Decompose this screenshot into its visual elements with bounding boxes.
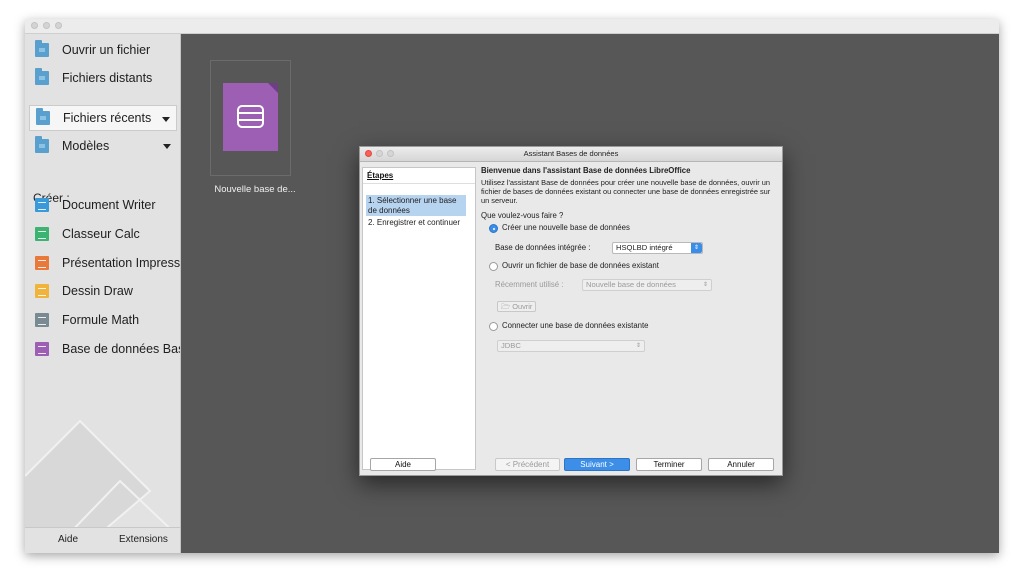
impress-icon <box>35 256 49 270</box>
writer-label: Document Writer <box>62 198 156 212</box>
draw-icon <box>35 284 49 298</box>
dialog-zoom-button[interactable] <box>387 150 394 157</box>
recently-used-label: Récemment utilisé : <box>495 280 564 289</box>
steps-panel: Étapes 1. Sélectionner une base de donné… <box>362 167 476 470</box>
calc-icon <box>35 227 49 241</box>
templates-dropdown-icon[interactable] <box>163 144 171 149</box>
next-button[interactable]: Suivant > <box>564 458 630 471</box>
impress-label: Présentation Impress <box>62 256 181 270</box>
recently-used-value: Nouvelle base de données <box>586 280 676 289</box>
wizard-heading: Bienvenue dans l'assistant Base de donné… <box>481 166 691 175</box>
recent-document-thumbnail[interactable] <box>210 60 291 176</box>
wizard-question: Que voulez-vous faire ? <box>481 211 564 220</box>
start-center-sidebar: Ouvrir un fichier Fichiers distants Fich… <box>25 34 181 553</box>
open-database-label[interactable]: Ouvrir un fichier de base de données exi… <box>502 261 659 270</box>
create-math-button[interactable]: Formule Math <box>29 307 177 333</box>
recent-files-button[interactable]: Fichiers récents <box>29 105 177 131</box>
minimize-window-button[interactable] <box>43 22 50 29</box>
database-wizard-dialog: Assistant Bases de données Étapes 1. Sél… <box>359 146 783 476</box>
steps-heading: Étapes <box>367 171 394 180</box>
math-label: Formule Math <box>62 313 140 327</box>
dialog-close-button[interactable] <box>365 150 372 157</box>
database-icon <box>237 105 264 128</box>
previous-button[interactable]: < Précédent <box>495 458 560 471</box>
steps-divider <box>363 183 475 184</box>
zoom-window-button[interactable] <box>55 22 62 29</box>
connection-type-select[interactable]: JDBC ⇕ <box>497 340 645 352</box>
decorative-background-shape <box>25 419 180 538</box>
base-document-icon <box>223 83 278 151</box>
select-arrows-icon: ⇕ <box>635 343 642 349</box>
create-database-label[interactable]: Créer une nouvelle base de données <box>502 223 630 232</box>
connect-database-label[interactable]: Connecter une base de données existante <box>502 321 649 330</box>
wizard-intro: Utilisez l'assistant Base de données pou… <box>481 178 771 205</box>
recent-dropdown-icon[interactable] <box>162 117 170 122</box>
select-arrows-icon: ⇕ <box>702 282 709 288</box>
calc-label: Classeur Calc <box>62 227 140 241</box>
recent-folder-icon <box>36 108 50 125</box>
step-save-continue[interactable]: 2. Enregistrer et continuer <box>366 217 476 229</box>
templates-button[interactable]: Modèles <box>29 133 177 159</box>
extensions-link[interactable]: Extensions <box>119 534 168 545</box>
open-file-button[interactable]: Ouvrir un fichier <box>29 37 177 63</box>
embedded-database-label: Base de données intégrée : <box>495 243 591 252</box>
remote-folder-icon <box>35 68 49 85</box>
step-select-database[interactable]: 1. Sélectionner une base de données <box>366 195 466 216</box>
create-writer-button[interactable]: Document Writer <box>29 192 177 218</box>
folder-icon: 🗁 <box>501 302 511 311</box>
writer-icon <box>35 198 49 212</box>
math-icon <box>35 313 49 327</box>
recent-files-label: Fichiers récents <box>63 111 152 125</box>
help-link[interactable]: Aide <box>58 534 78 545</box>
base-label: Base de données Base <box>62 342 181 356</box>
embedded-database-value: HSQLBD intégré <box>616 243 673 252</box>
cancel-button[interactable]: Annuler <box>708 458 774 471</box>
create-base-button[interactable]: Base de données Base <box>29 336 180 362</box>
templates-folder-icon <box>35 136 49 153</box>
templates-label: Modèles <box>62 139 110 153</box>
recently-used-select[interactable]: Nouvelle base de données ⇕ <box>582 279 712 291</box>
close-window-button[interactable] <box>31 22 38 29</box>
open-file-label: Ouvrir un fichier <box>62 43 151 57</box>
create-calc-button[interactable]: Classeur Calc <box>29 221 177 247</box>
remote-files-label: Fichiers distants <box>62 71 153 85</box>
create-impress-button[interactable]: Présentation Impress <box>29 250 181 276</box>
folder-icon <box>35 40 49 57</box>
recent-document-label[interactable]: Nouvelle base de... <box>210 184 300 195</box>
window-titlebar <box>25 19 999 34</box>
create-draw-button[interactable]: Dessin Draw <box>29 278 177 304</box>
dialog-title: Assistant Bases de données <box>523 149 619 158</box>
help-button[interactable]: Aide <box>370 458 436 471</box>
dialog-titlebar: Assistant Bases de données <box>360 147 782 162</box>
base-icon <box>35 342 49 356</box>
draw-label: Dessin Draw <box>62 284 133 298</box>
embedded-database-select[interactable]: HSQLBD intégré ⇕ <box>612 242 703 254</box>
open-button-label: Ouvrir <box>512 302 533 311</box>
sidebar-footer: Aide Extensions <box>25 527 180 553</box>
create-database-radio[interactable] <box>489 224 498 233</box>
open-file-button[interactable]: 🗁 Ouvrir <box>497 301 537 312</box>
open-database-radio[interactable] <box>489 262 498 271</box>
finish-button[interactable]: Terminer <box>636 458 702 471</box>
select-arrows-icon: ⇕ <box>691 243 702 253</box>
remote-files-button[interactable]: Fichiers distants <box>29 65 177 91</box>
connect-database-radio[interactable] <box>489 322 498 331</box>
dialog-minimize-button[interactable] <box>376 150 383 157</box>
connection-type-value: JDBC <box>501 341 521 350</box>
